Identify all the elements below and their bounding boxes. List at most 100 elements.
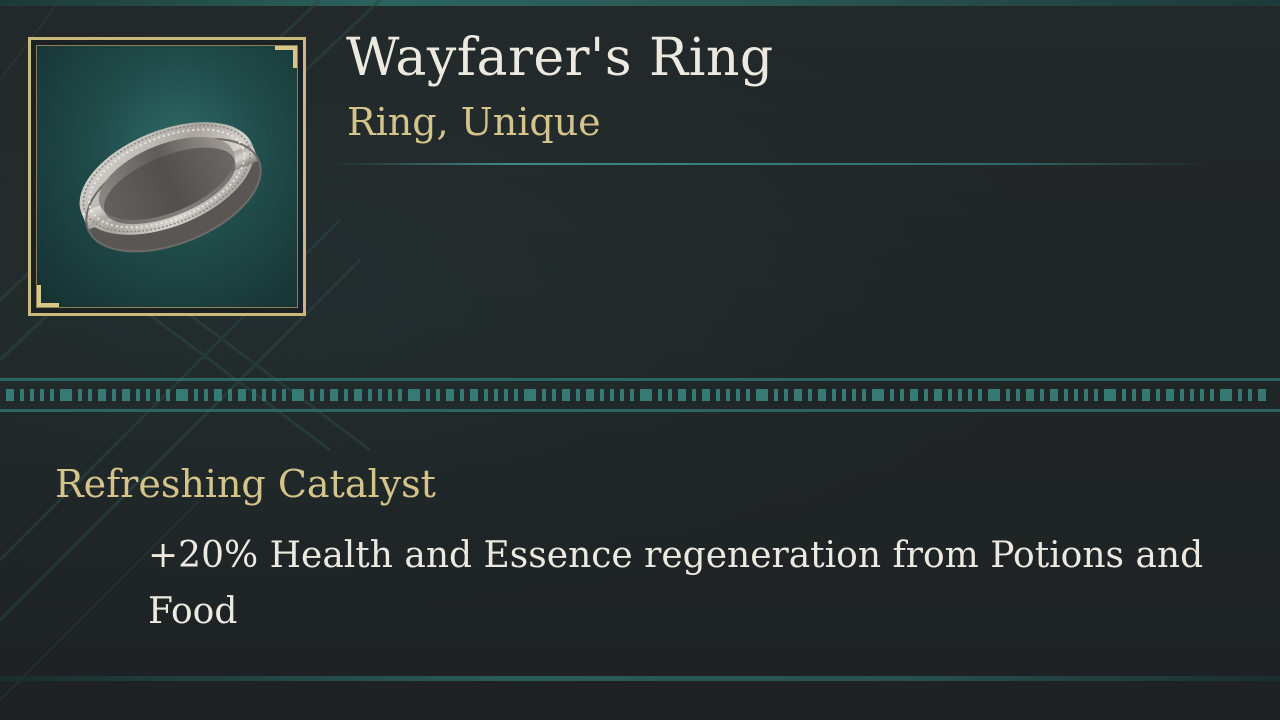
divider-dash — [6, 389, 14, 401]
divider-dash — [988, 389, 1000, 401]
divider-dash — [1156, 389, 1160, 401]
divider-dash — [460, 389, 464, 401]
divider-dash — [1050, 389, 1058, 401]
divider-dash — [146, 389, 150, 401]
divider-dash — [910, 389, 918, 401]
trait-name: Refreshing Catalyst — [55, 462, 436, 506]
divider-dash — [1200, 389, 1204, 401]
divider-dash — [716, 389, 720, 401]
divider-dash — [726, 389, 730, 401]
divider-dash — [426, 389, 430, 401]
divider-dash — [1104, 389, 1116, 401]
divider-dash — [30, 389, 34, 401]
bottom-border — [0, 676, 1280, 681]
divider-dash — [576, 389, 580, 401]
item-tooltip-panel: Wayfarer's Ring Ring, Unique Refreshing … — [0, 0, 1280, 720]
divider-dash — [252, 389, 256, 401]
divider-dash — [1084, 389, 1088, 401]
divider-dash — [872, 389, 884, 401]
divider-dash — [20, 389, 24, 401]
ring-icon — [79, 122, 262, 253]
frame-corner-ornament — [37, 285, 59, 307]
divider-dash — [1094, 389, 1098, 401]
divider-dash — [408, 389, 420, 401]
divider-dash — [238, 389, 246, 401]
divider-dash — [1238, 389, 1242, 401]
divider-dash — [368, 389, 372, 401]
divider-dash — [272, 389, 276, 401]
section-divider — [0, 378, 1280, 412]
divider-dash — [1166, 389, 1174, 401]
divider-dash — [842, 389, 846, 401]
divider-dash — [794, 389, 802, 401]
divider-dash — [330, 389, 338, 401]
divider-dash — [1220, 389, 1232, 401]
divider-dash — [388, 389, 392, 401]
divider-dash — [378, 389, 382, 401]
divider-dash — [774, 389, 778, 401]
divider-dash — [194, 389, 198, 401]
divider-dash — [1210, 389, 1214, 401]
divider-dash — [640, 389, 652, 401]
divider-dash — [1040, 389, 1044, 401]
divider-dash — [292, 389, 304, 401]
frame-corner-ornament — [275, 46, 297, 68]
divider-dash — [852, 389, 856, 401]
divider-dash — [436, 389, 440, 401]
divider-dash — [756, 389, 768, 401]
divider-dash — [736, 389, 740, 401]
divider-dash — [668, 389, 672, 401]
divider-dash — [282, 389, 286, 401]
divider-dash — [958, 389, 962, 401]
divider-dash — [1248, 389, 1252, 401]
divider-dash — [354, 389, 362, 401]
divider-dash — [924, 389, 928, 401]
divider-dash — [310, 389, 314, 401]
divider-dash — [344, 389, 348, 401]
divider-dash — [784, 389, 788, 401]
divider-dash — [862, 389, 866, 401]
divider-dash — [948, 389, 952, 401]
divider-dash — [630, 389, 634, 401]
divider-dash — [214, 389, 222, 401]
divider-dash — [1258, 389, 1266, 401]
divider-dash — [470, 389, 478, 401]
divider-dash — [524, 389, 536, 401]
divider-dash — [122, 389, 130, 401]
item-name: Wayfarer's Ring — [346, 28, 774, 88]
divider-dash — [398, 389, 402, 401]
divider-dash — [320, 389, 324, 401]
divider-dash — [968, 389, 972, 401]
divider-dash — [1180, 389, 1184, 401]
divider-dash — [620, 389, 624, 401]
divider-dash — [40, 389, 44, 401]
divider-dash — [446, 389, 454, 401]
divider-dash — [658, 389, 662, 401]
divider-dash — [88, 389, 92, 401]
divider-dash — [746, 389, 750, 401]
divider-dash — [514, 389, 518, 401]
divider-dash — [832, 389, 836, 401]
divider-dash — [166, 389, 170, 401]
divider-dash — [552, 389, 556, 401]
divider-dash — [562, 389, 570, 401]
divider-dash — [610, 389, 614, 401]
divider-dash — [112, 389, 116, 401]
divider-dash — [600, 389, 604, 401]
divider-dash — [50, 389, 54, 401]
divider-dash — [136, 389, 140, 401]
divider-dash — [484, 389, 488, 401]
divider-dash — [586, 389, 594, 401]
divider-dash — [1190, 389, 1194, 401]
divider-dash — [204, 389, 208, 401]
divider-dash — [98, 389, 106, 401]
divider-dash — [808, 389, 812, 401]
divider-dash — [978, 389, 982, 401]
divider-dash — [494, 389, 498, 401]
divider-dash — [1132, 389, 1136, 401]
divider-dash — [1016, 389, 1020, 401]
divider-dash — [504, 389, 508, 401]
divider-dash — [934, 389, 942, 401]
divider-dash — [176, 389, 188, 401]
divider-dash — [78, 389, 82, 401]
